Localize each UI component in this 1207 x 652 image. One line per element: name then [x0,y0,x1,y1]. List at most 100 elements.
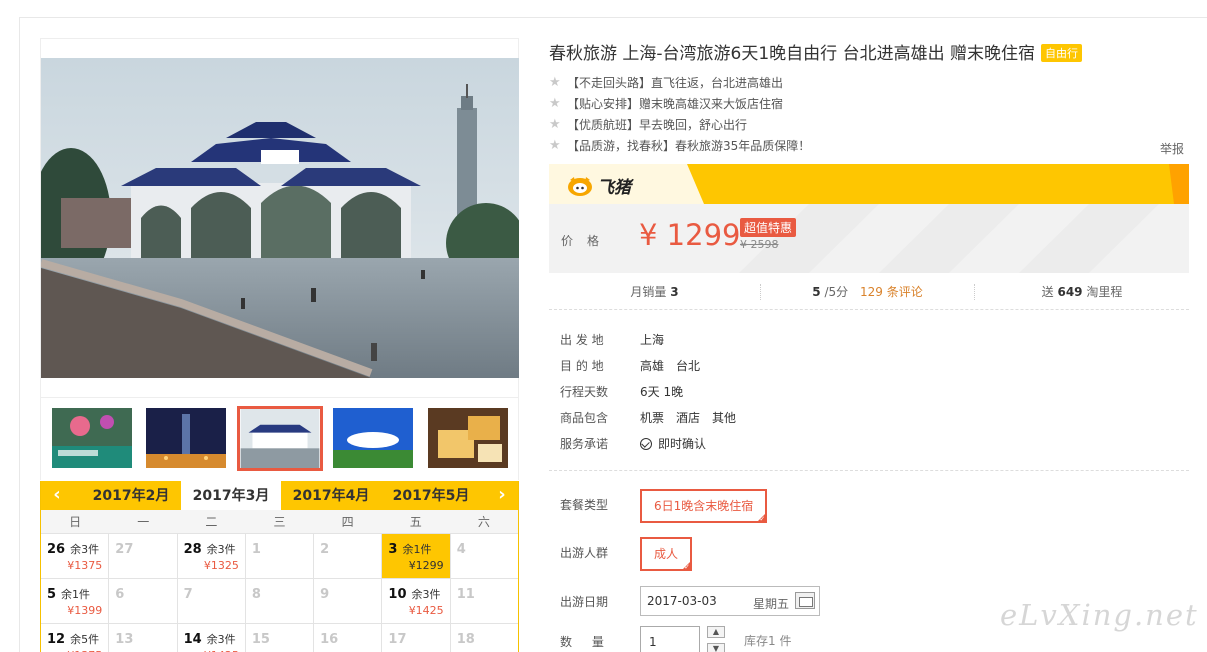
detail-row-duration: 行程天数 6天 1晚 [560,378,748,404]
detail-value-item: 机票 [640,410,665,425]
calendar-day-price: ¥1325 [203,559,239,572]
quantity-increase-icon[interactable]: ▲ [707,626,725,638]
month-tab-may[interactable]: 2017年5月 [381,481,481,510]
package-label: 套餐类型 [560,498,609,512]
departure-calendar: ‹ 2017年2月 2017年3月 2017年4月 2017年5月 › 日 一 二 三… [40,481,519,652]
detail-value-item: 酒店 [676,410,701,425]
calendar-day-cell[interactable]: 28 余3件 ¥1325 [178,534,246,578]
brand-logo: 飞猪 [567,173,631,198]
report-link[interactable]: 举报 [1160,140,1184,157]
calendar-day-cell[interactable]: 12余5件¥1375 [41,624,110,652]
weekday-label: 日 [69,515,82,529]
month-tab-mar[interactable]: 2017年3月 [181,481,281,510]
main-photo[interactable] [41,58,519,378]
detail-value-item: 即时确认 [658,436,707,451]
calendar-day-stock: 余3件 [206,633,236,646]
selected-check-icon: ✓ [684,563,691,571]
brand-bar: 飞猪 [549,164,1189,204]
calendar-day-stock: 余3件 [411,588,441,601]
quantity-decrease-icon[interactable]: ▼ [707,643,725,652]
quantity-input[interactable]: 1 [640,626,700,652]
next-month-icon[interactable]: › [492,484,512,505]
package-option-button[interactable]: 6日1晚含末晚住宿 ✓ [640,489,768,523]
detail-label: 行程天数 [560,384,609,399]
calendar-header: ‹ 2017年2月 2017年3月 2017年4月 2017年5月 › [41,481,518,510]
detail-label: 服务承诺 [560,436,609,451]
thumbnail-strip [40,398,519,480]
calendar-day-price: ¥1375 [67,559,103,572]
thumbnail-pineapple-cake[interactable] [428,408,508,468]
star-icon: ★ [549,96,561,111]
thumbnail-sky-field[interactable] [333,408,413,468]
weekday-label: 六 [477,515,490,529]
detail-value: 高雄 台北 [640,357,712,374]
calendar-day-number: 8 [251,587,261,602]
calendar-day-price: ¥1399 [67,604,103,617]
calendar-day-number: 26 [47,542,66,557]
calendar-day-number: 15 [251,632,270,647]
mileage-prefix: 送 [1041,284,1054,299]
detail-label: 商品包含 [560,410,609,425]
brand-bar-accent [1169,164,1189,204]
detail-label: 目 的 地 [560,358,604,373]
calendar-day-stock: 余1件 [61,588,91,601]
prev-month-icon[interactable]: ‹ [47,484,67,505]
monthly-sales: 月销量 3 [549,283,761,300]
rating-score: 5 [812,284,821,299]
calendar-day-cell[interactable]: 14余3件¥1425 [178,624,246,652]
crowd-label: 出游人群 [560,546,609,560]
calendar-day-stock: 余1件 [402,543,432,556]
feature-item: ★ 【优质航班】早去晚回，舒心出行 [549,114,810,135]
calendar-day-cell: 8 [246,579,315,623]
detail-value-item: 6天 1晚 [640,384,684,399]
month-tab-apr[interactable]: 2017年4月 [281,481,381,510]
thumbnail-memorial-gate[interactable] [237,406,323,471]
site-watermark: eLvXing.net [1000,598,1199,632]
calendar-day-cell: 7 [178,579,246,623]
feature-text: 【贴心安排】赠末晚高雄汉来大饭店住宿 [567,97,784,111]
weekday-label: 三 [273,515,286,529]
deal-badge: 超值特惠 [740,218,797,237]
original-price: ¥ 2598 [740,238,779,251]
feature-text: 【品质游，找春秋】春秋旅游35年品质保障！ [567,139,811,153]
calendar-day-number: 3 [388,542,398,557]
detail-value-item: 台北 [676,358,701,373]
calendar-day-cell: 15 [246,624,315,652]
month-tab-feb[interactable]: 2017年2月 [81,481,181,510]
price-label: 价格 [561,234,614,248]
calendar-day-cell[interactable]: 5 余1件 ¥1399 [41,579,110,623]
thumbnail-lantern[interactable] [52,408,132,468]
detail-row-service: 服务承诺 即时确认 [560,430,748,456]
calendar-day-number: 27 [115,542,134,557]
calendar-day-number: 16 [320,632,339,647]
detail-value-item: 高雄 [640,358,665,373]
calendar-day-cell[interactable]: 3 余1件 ¥1299 [382,534,451,578]
reviews-link[interactable]: 129 条评论 [860,285,923,299]
calendar-day-cell[interactable]: 26 余3件 ¥1375 [41,534,110,578]
thumbnail-taipei101-night[interactable] [146,408,226,468]
trip-details: 出 发 地 上海 目 的 地 高雄 台北 行程天数 6天 1晚 商品包含 机票 酒店… [560,326,748,456]
departure-date-input[interactable]: 2017-03-03 [640,586,820,616]
free-travel-tag: 自由行 [1040,44,1082,62]
calendar-day-number: 9 [320,587,330,602]
detail-value: 即时确认 [640,435,718,452]
weekday-label: 一 [137,515,150,529]
calendar-day-cell: 17 [382,624,451,652]
calendar-day-cell: 6 [109,579,178,623]
crowd-option-button[interactable]: 成人 ✓ [640,537,693,571]
calendar-week-row: 12余5件¥13751314余3件¥142515161718 [41,624,518,652]
calendar-day-cell[interactable]: 10 余3件 ¥1425 [382,579,451,623]
detail-value-item: 其他 [712,410,737,425]
star-icon: ★ [549,75,561,90]
rating-suffix: /5分 [824,284,849,299]
detail-value: 上海 [640,331,676,348]
mileage-reward: 送 649 淘里程 [975,284,1189,300]
mileage-value: 649 [1057,284,1083,299]
weekday-label: 二 [205,515,218,529]
rating-reviews: 5 /5分 129 条评论 [761,283,975,300]
detail-label: 出 发 地 [560,332,604,347]
calendar-day-stock: 余5件 [70,633,100,646]
sales-stats: 月销量 3 5 /5分 129 条评论 送 649 淘里程 [549,274,1189,310]
calendar-day-number: 4 [456,542,466,557]
calendar-icon[interactable] [795,592,815,609]
